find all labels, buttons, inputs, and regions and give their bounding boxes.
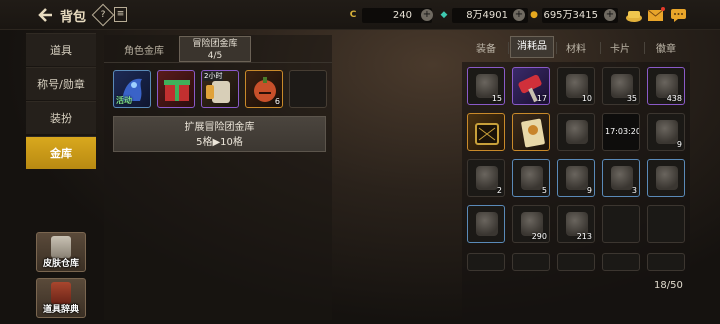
chat-icon[interactable] bbox=[670, 7, 688, 23]
item-icon bbox=[656, 120, 678, 144]
paintbrush-icon bbox=[51, 236, 71, 258]
inventory-slot[interactable]: 10 bbox=[557, 67, 595, 105]
skin-warehouse-button[interactable]: 皮肤仓库 bbox=[36, 232, 86, 272]
tab-cards[interactable]: 卡片 bbox=[600, 40, 640, 55]
inventory-slot[interactable]: 17 bbox=[512, 67, 550, 105]
inventory-slot[interactable]: 3 bbox=[602, 159, 640, 197]
top-bar: 背包 ? ≡ C 240 + ◆ 8万4901 + ● 695万3415 + bbox=[0, 0, 720, 30]
card-pack-icon bbox=[521, 118, 545, 148]
tab-character-vault[interactable]: 角色金库 bbox=[114, 42, 174, 57]
gift-box-icon bbox=[164, 80, 190, 101]
inventory-slot[interactable]: 290 bbox=[512, 205, 550, 243]
document-icon[interactable]: ≡ bbox=[114, 7, 127, 22]
item-icon bbox=[656, 166, 678, 190]
inventory-slot[interactable] bbox=[512, 113, 550, 151]
inventory-slot[interactable] bbox=[467, 113, 505, 151]
tab-equipment[interactable]: 装备 bbox=[466, 40, 506, 55]
tab-separator bbox=[508, 42, 509, 54]
mail-icon[interactable] bbox=[647, 7, 665, 23]
help-icon[interactable]: ? bbox=[91, 3, 115, 27]
gold-currency-icon: C bbox=[349, 10, 357, 20]
nav-item-titles[interactable]: 称号/勋章 bbox=[26, 67, 96, 100]
inventory-slot[interactable]: 9 bbox=[557, 159, 595, 197]
inventory-slot-empty[interactable] bbox=[467, 253, 505, 271]
inventory-slot[interactable]: 35 bbox=[602, 67, 640, 105]
inventory-slot-empty[interactable] bbox=[602, 205, 640, 243]
inventory-slot-empty[interactable] bbox=[557, 253, 595, 271]
book-icon bbox=[51, 282, 71, 304]
inventory-slot-empty[interactable] bbox=[602, 253, 640, 271]
inventory-slot[interactable] bbox=[467, 205, 505, 243]
tab-adventure-vault[interactable]: 冒险团金库 4/5 bbox=[179, 36, 251, 62]
page-title: 背包 bbox=[60, 10, 87, 25]
inventory-slot[interactable]: 9 bbox=[647, 113, 685, 151]
tab-separator bbox=[644, 42, 645, 54]
expand-vault-button[interactable]: 扩展冒险团金库 5格▶10格 bbox=[113, 116, 326, 152]
item-icon bbox=[566, 166, 588, 190]
inventory-slot[interactable] bbox=[647, 159, 685, 197]
item-icon bbox=[566, 120, 588, 144]
inventory-capacity: 18/50 bbox=[654, 280, 683, 291]
treasure-box-icon bbox=[475, 123, 499, 145]
gem-currency-icon: ◆ bbox=[440, 10, 448, 20]
item-dictionary-button[interactable]: 道具辞典 bbox=[36, 278, 86, 318]
item-icon bbox=[476, 166, 498, 190]
tab-consumables[interactable]: 消耗品 bbox=[510, 36, 554, 58]
item-icon bbox=[611, 166, 633, 190]
vault-slot[interactable] bbox=[157, 70, 195, 108]
add-gem-button[interactable]: + bbox=[513, 9, 525, 21]
vault-slot-empty[interactable] bbox=[289, 70, 327, 108]
inventory-slot[interactable] bbox=[557, 113, 595, 151]
inventory-slot[interactable]: 2 bbox=[467, 159, 505, 197]
vault-slot[interactable]: 2小时 bbox=[201, 70, 239, 108]
inventory-slot[interactable]: 438 bbox=[647, 67, 685, 105]
tab-divider bbox=[104, 62, 332, 63]
inventory-slot-empty[interactable] bbox=[512, 253, 550, 271]
tab-badges[interactable]: 徽章 bbox=[646, 40, 686, 55]
inventory-slot[interactable]: 5 bbox=[512, 159, 550, 197]
add-coin-button[interactable]: + bbox=[604, 9, 616, 21]
item-icon bbox=[521, 166, 543, 190]
item-icon bbox=[476, 212, 498, 236]
inventory-slot-empty[interactable] bbox=[647, 205, 685, 243]
inventory-slot[interactable]: 15 bbox=[467, 67, 505, 105]
inventory-slot-empty[interactable] bbox=[647, 253, 685, 271]
nav-item-items[interactable]: 道具 bbox=[26, 33, 96, 66]
inventory-slot[interactable]: 17:03:20 bbox=[602, 113, 640, 151]
nav-item-outfit[interactable]: 装扮 bbox=[26, 101, 96, 134]
treasure-icon[interactable] bbox=[625, 7, 643, 23]
tab-materials[interactable]: 材料 bbox=[556, 40, 596, 55]
back-arrow-icon[interactable] bbox=[36, 6, 54, 24]
vault-slot[interactable]: 6 bbox=[245, 70, 283, 108]
coin-currency-icon: ● bbox=[530, 10, 538, 20]
add-gold-button[interactable]: + bbox=[421, 9, 433, 21]
inventory-slot[interactable]: 213 bbox=[557, 205, 595, 243]
nav-item-vault[interactable]: 金库 bbox=[26, 136, 96, 169]
vault-slot[interactable]: 活动 bbox=[113, 70, 151, 108]
